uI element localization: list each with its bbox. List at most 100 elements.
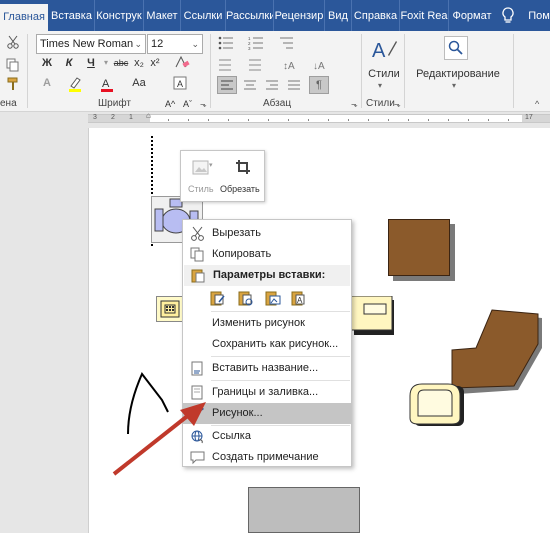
clear-formatting-icon[interactable]	[174, 55, 190, 72]
ruler-mark: 1	[129, 114, 133, 121]
paste-picture-icon[interactable]	[265, 290, 281, 309]
svg-text:↕A: ↕A	[283, 61, 295, 72]
font-color-icon[interactable]: A	[99, 76, 115, 95]
font-size-field[interactable]: 12 ⌄	[147, 34, 203, 54]
styles-button[interactable]: Стили	[364, 67, 404, 81]
multilevel-list-icon[interactable]	[278, 36, 296, 53]
tab-insert[interactable]: Вставка	[49, 0, 95, 31]
menu-item-link[interactable]: Ссылка	[183, 426, 351, 447]
menu-item-label: Создать примечание	[212, 451, 319, 463]
cut-icon[interactable]	[6, 35, 20, 52]
brown-rectangle-shape[interactable]	[388, 219, 450, 276]
indent-marker-icon[interactable]: ⌂	[146, 111, 151, 120]
paragraph-dialog-launcher-icon[interactable]: ⬎	[351, 100, 358, 109]
comment-icon	[190, 450, 205, 465]
bullets-icon[interactable]	[218, 36, 236, 53]
menu-item-format-picture[interactable]: Рисунок...	[183, 403, 351, 424]
styles-dialog-launcher-icon[interactable]: ⬎	[394, 100, 401, 109]
ruler-mark: 3	[93, 114, 97, 121]
strikethrough-button[interactable]: abc	[112, 56, 130, 70]
menu-item-cut[interactable]: Вырезать	[183, 223, 351, 244]
styles-icon[interactable]: A	[370, 37, 398, 66]
copy-icon[interactable]	[6, 58, 20, 75]
menu-item-label: Вставить название...	[212, 362, 319, 374]
character-border-icon[interactable]: A	[172, 76, 188, 93]
styles-group-label: Стили	[366, 98, 395, 109]
menu-item-borders-shading[interactable]: Границы и заливка...	[183, 382, 351, 403]
change-case-button[interactable]: Aa	[130, 76, 148, 90]
align-right-button[interactable]	[263, 77, 281, 96]
menu-item-label: Параметры вставки:	[213, 269, 326, 281]
tab-references[interactable]: Ссылки	[181, 0, 226, 31]
crop-icon[interactable]	[235, 159, 251, 178]
italic-button[interactable]: К	[62, 56, 76, 70]
show-formatting-button[interactable]: ¶	[309, 76, 329, 94]
superscript-button[interactable]: x²	[148, 56, 162, 70]
paste-text-only-icon[interactable]: A	[291, 290, 307, 309]
shrink-font-button[interactable]: Aˇ	[183, 97, 192, 111]
ruler-mark: 17	[525, 114, 533, 121]
font-dialog-launcher-icon[interactable]: ⬎	[200, 100, 207, 109]
desk-clipart[interactable]	[349, 295, 395, 336]
tab-home[interactable]: Главная	[0, 4, 48, 31]
tab-design[interactable]: Конструк	[95, 0, 144, 31]
text-effects-button[interactable]: A	[40, 76, 54, 90]
search-icon[interactable]	[444, 36, 468, 60]
clipboard-group-label: ена	[0, 98, 17, 109]
chevron-down-icon[interactable]: ▾	[378, 79, 382, 93]
chevron-down-icon[interactable]: ⌄	[191, 35, 199, 53]
indent-tools: ↕A ↓A	[217, 55, 351, 75]
phone-clipart[interactable]	[156, 296, 184, 322]
paste-merge-icon[interactable]	[238, 290, 254, 309]
editing-button[interactable]: Редактирование	[410, 67, 506, 81]
ruler-body	[150, 114, 522, 123]
context-menu: Вырезать Копировать Параметры вставки: A…	[182, 219, 352, 467]
lightbulb-icon[interactable]	[500, 7, 516, 25]
tab-tell-me[interactable]: Пом	[524, 0, 550, 31]
highlight-icon[interactable]	[67, 76, 83, 95]
menu-item-label: Вырезать	[212, 227, 261, 239]
subscript-button[interactable]: x₂	[132, 56, 146, 70]
paste-keep-source-icon[interactable]	[210, 290, 226, 309]
align-center-button[interactable]	[241, 77, 259, 96]
menu-item-new-comment[interactable]: Создать примечание	[183, 447, 351, 468]
chevron-down-icon[interactable]: ▾	[452, 79, 456, 93]
armchair-clipart[interactable]	[406, 380, 466, 430]
tab-mailings[interactable]: Рассылки	[226, 0, 274, 31]
chevron-down-icon[interactable]: ▾	[104, 56, 108, 70]
tab-layout[interactable]: Макет	[144, 0, 181, 31]
menu-item-change-picture[interactable]: Изменить рисунок	[183, 313, 351, 334]
format-painter-icon[interactable]	[6, 77, 20, 94]
menu-item-save-as-picture[interactable]: Сохранить как рисунок...	[183, 334, 351, 355]
style-button-label[interactable]: Стиль	[188, 184, 214, 194]
menu-item-insert-caption[interactable]: Вставить название...	[183, 358, 351, 379]
menu-item-label: Сохранить как рисунок...	[212, 338, 339, 350]
tab-view[interactable]: Вид	[325, 0, 352, 31]
font-size-value: 12	[151, 38, 164, 50]
menu-header-paste-options: Параметры вставки:	[184, 265, 350, 286]
tab-format[interactable]: Формат	[449, 0, 495, 31]
menu-item-copy[interactable]: Копировать	[183, 244, 351, 265]
justify-button[interactable]	[285, 77, 303, 96]
align-left-button[interactable]	[217, 76, 237, 94]
gray-rectangle-shape[interactable]	[248, 487, 360, 533]
copy-icon	[190, 247, 205, 262]
chevron-down-icon[interactable]: ⌄	[134, 35, 142, 53]
tab-foxit[interactable]: Foxit Rea	[400, 0, 449, 31]
underline-button[interactable]: Ч	[84, 56, 98, 70]
svg-text:A: A	[372, 40, 386, 62]
menu-item-label: Границы и заливка...	[212, 386, 319, 398]
font-group-label: Шрифт	[98, 98, 131, 109]
tab-help[interactable]: Справка	[352, 0, 400, 31]
tab-review[interactable]: Рецензир	[274, 0, 325, 31]
freehand-lines	[122, 372, 182, 442]
collapse-ribbon-icon[interactable]: ^	[535, 99, 539, 109]
numbering-icon[interactable]: 123	[248, 36, 266, 53]
scissors-icon	[190, 226, 205, 241]
grow-font-button[interactable]: A^	[165, 97, 175, 111]
crop-button-label[interactable]: Обрезать	[220, 184, 260, 194]
ribbon-tab-bar: Главная Вставка Конструк Макет Ссылки Ра…	[0, 0, 550, 31]
bold-button[interactable]: Ж	[40, 56, 54, 70]
picture-style-icon[interactable]: ▾	[192, 159, 214, 180]
font-name-field[interactable]: Times New Roman ⌄	[36, 34, 146, 54]
